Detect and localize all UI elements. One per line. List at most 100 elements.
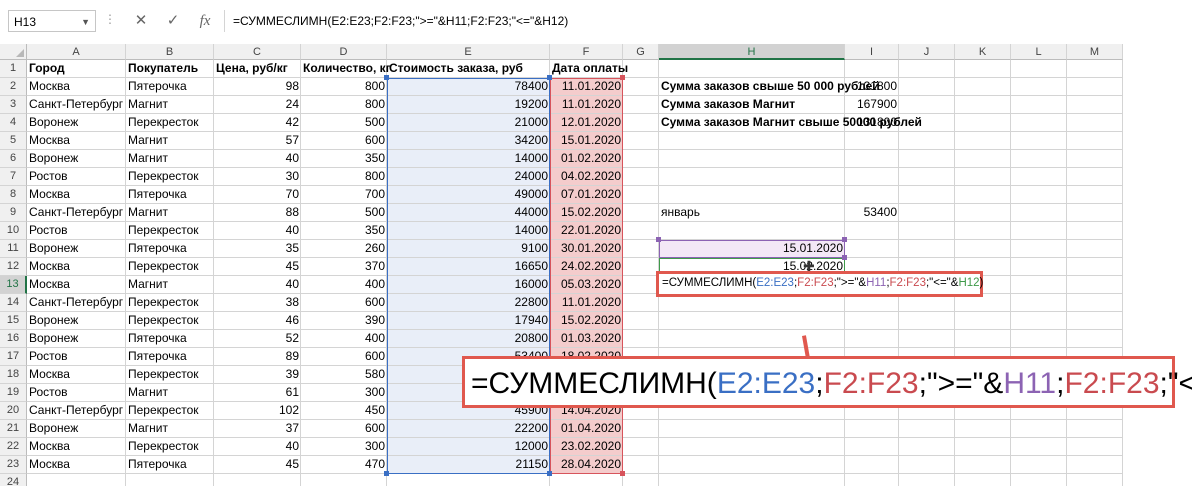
table-cell[interactable]: 800 xyxy=(301,168,387,186)
grid-cell[interactable] xyxy=(845,330,899,348)
grid-cell[interactable] xyxy=(1067,204,1123,222)
grid-cell[interactable] xyxy=(1011,222,1067,240)
table-cell[interactable]: 12.01.2020 xyxy=(550,114,623,132)
grid-cell[interactable] xyxy=(623,258,659,276)
table-cell[interactable]: Ростов xyxy=(27,222,126,240)
grid-cell[interactable] xyxy=(387,474,550,486)
grid-cell[interactable] xyxy=(1011,258,1067,276)
table-cell[interactable]: Москва xyxy=(27,258,126,276)
table-cell[interactable]: 24.02.2020 xyxy=(550,258,623,276)
table-cell[interactable]: 15.02.2020 xyxy=(550,312,623,330)
table-cell[interactable]: 15.01.2020 xyxy=(550,132,623,150)
table-cell[interactable]: 500 xyxy=(301,204,387,222)
table-cell[interactable]: 700 xyxy=(301,186,387,204)
grid-cell[interactable] xyxy=(659,438,845,456)
table-cell[interactable]: 46 xyxy=(214,312,301,330)
table-cell[interactable]: Ростов xyxy=(27,348,126,366)
table-cell[interactable]: Москва xyxy=(27,276,126,294)
select-all-button[interactable] xyxy=(0,44,27,60)
grid-cell[interactable] xyxy=(845,420,899,438)
table-cell[interactable]: 57 xyxy=(214,132,301,150)
table-cell[interactable]: 400 xyxy=(301,276,387,294)
table-cell[interactable]: 16650 xyxy=(387,258,550,276)
grid-cell[interactable] xyxy=(1067,456,1123,474)
column-header-i[interactable]: I xyxy=(845,44,899,60)
grid-cell[interactable] xyxy=(659,150,845,168)
formula-input[interactable]: =СУММЕСЛИМН(E2:E23;F2:F23;">="&H11;F2:F2… xyxy=(224,10,1189,32)
table-cell[interactable]: Пятерочка xyxy=(126,240,214,258)
row-header-11[interactable]: 11 xyxy=(0,240,27,258)
table-cell[interactable]: Воронеж xyxy=(27,330,126,348)
table-cell[interactable]: 89 xyxy=(214,348,301,366)
table-cell[interactable]: 300 xyxy=(301,384,387,402)
grid-cell[interactable] xyxy=(1011,60,1067,78)
table-cell[interactable]: 45 xyxy=(214,258,301,276)
grid-cell[interactable] xyxy=(955,474,1011,486)
row-header-4[interactable]: 4 xyxy=(0,114,27,132)
summary-cell-i2[interactable]: 131800 xyxy=(845,78,899,96)
table-cell[interactable]: Москва xyxy=(27,456,126,474)
grid-cell[interactable] xyxy=(659,456,845,474)
table-cell[interactable]: Санкт-Петербург xyxy=(27,96,126,114)
grid-cell[interactable] xyxy=(1011,276,1067,294)
table-cell[interactable]: 102 xyxy=(214,402,301,420)
grid-cell[interactable] xyxy=(899,456,955,474)
range-handle[interactable] xyxy=(620,471,625,476)
table-cell[interactable]: 61 xyxy=(214,384,301,402)
name-box[interactable]: H13 ▼ xyxy=(8,10,96,32)
grid-cell[interactable] xyxy=(1067,276,1123,294)
table-cell[interactable]: Москва xyxy=(27,438,126,456)
table-cell[interactable]: Пятерочка xyxy=(126,186,214,204)
grid-cell[interactable] xyxy=(1067,294,1123,312)
grid-cell[interactable] xyxy=(1011,474,1067,486)
table-cell[interactable]: Перекресток xyxy=(126,366,214,384)
grid-cell[interactable] xyxy=(1011,456,1067,474)
grid-cell[interactable] xyxy=(845,222,899,240)
table-cell[interactable]: 580 xyxy=(301,366,387,384)
column-header-f[interactable]: F xyxy=(550,44,623,60)
table-cell[interactable]: Перекресток xyxy=(126,294,214,312)
table-cell[interactable]: Воронеж xyxy=(27,312,126,330)
table-cell[interactable]: 11.01.2020 xyxy=(550,294,623,312)
grid-cell[interactable] xyxy=(623,132,659,150)
table-cell[interactable]: 45 xyxy=(214,456,301,474)
chevron-down-icon[interactable]: ▼ xyxy=(81,11,90,33)
grid-cell[interactable] xyxy=(1011,96,1067,114)
header-cell-e[interactable]: Стоимость заказа, руб xyxy=(387,60,550,78)
table-cell[interactable]: Воронеж xyxy=(27,150,126,168)
grid-cell[interactable] xyxy=(955,420,1011,438)
table-cell[interactable]: 40 xyxy=(214,222,301,240)
table-cell[interactable]: 01.03.2020 xyxy=(550,330,623,348)
table-cell[interactable]: 260 xyxy=(301,240,387,258)
grid-cell[interactable] xyxy=(623,276,659,294)
grid-cell[interactable] xyxy=(899,240,955,258)
grid-cell[interactable] xyxy=(845,456,899,474)
column-header-c[interactable]: C xyxy=(214,44,301,60)
table-cell[interactable]: 300 xyxy=(301,438,387,456)
table-cell[interactable]: Магнит xyxy=(126,276,214,294)
grid-cell[interactable] xyxy=(955,186,1011,204)
grid-cell[interactable] xyxy=(845,240,899,258)
table-cell[interactable]: 350 xyxy=(301,222,387,240)
table-cell[interactable]: Москва xyxy=(27,186,126,204)
row-header-10[interactable]: 10 xyxy=(0,222,27,240)
summary-cell-h4[interactable]: Сумма заказов Магнит свыше 50000 рублей xyxy=(659,114,922,132)
grid-cell[interactable] xyxy=(899,312,955,330)
table-cell[interactable]: 52 xyxy=(214,330,301,348)
grid-cell[interactable] xyxy=(845,312,899,330)
grid-cell[interactable] xyxy=(659,186,845,204)
grid-cell[interactable] xyxy=(659,222,845,240)
table-cell[interactable]: Перекресток xyxy=(126,222,214,240)
grid-cell[interactable] xyxy=(1067,168,1123,186)
table-cell[interactable]: 370 xyxy=(301,258,387,276)
row-header-7[interactable]: 7 xyxy=(0,168,27,186)
table-cell[interactable]: Москва xyxy=(27,366,126,384)
table-cell[interactable]: 01.04.2020 xyxy=(550,420,623,438)
row-header-24[interactable]: 24 xyxy=(0,474,27,486)
grid-cell[interactable] xyxy=(1067,438,1123,456)
grid-cell[interactable] xyxy=(955,150,1011,168)
table-cell[interactable]: 17940 xyxy=(387,312,550,330)
cell-h13-editor[interactable]: =СУММЕСЛИМН(E2:E23;F2:F23;">="&H11;F2:F2… xyxy=(662,275,983,292)
grid-cell[interactable] xyxy=(623,114,659,132)
grid-cell[interactable] xyxy=(1067,150,1123,168)
